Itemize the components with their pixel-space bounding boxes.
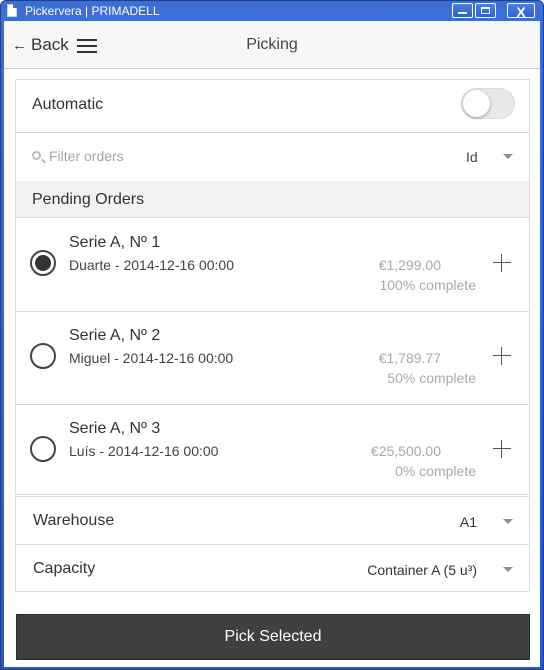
- orders-card: Automatic Id Pending Orders Serie A, Nº …: [15, 79, 530, 495]
- order-customer-date: Luís - 2014-12-16 00:00: [69, 443, 219, 459]
- order-amount: €25,500.00: [370, 443, 441, 459]
- warehouse-select[interactable]: Warehouse A1: [16, 497, 529, 545]
- order-title: Serie A, Nº 2: [69, 327, 161, 344]
- order-radio[interactable]: [30, 436, 56, 462]
- capacity-value: Container A (5 u³): [367, 562, 477, 578]
- chevron-down-icon[interactable]: [503, 154, 513, 159]
- automatic-label: Automatic: [32, 96, 104, 113]
- options-card: Warehouse A1 Capacity Container A (5 u³): [15, 496, 530, 592]
- expand-plus-icon[interactable]: [493, 347, 511, 365]
- expand-plus-icon[interactable]: [493, 440, 511, 458]
- order-progress: 100% complete: [379, 277, 476, 293]
- section-title: Pending Orders: [32, 191, 145, 208]
- warehouse-value: A1: [459, 514, 477, 530]
- app-content: ←Back Picking Automatic Id Pending Order…: [4, 21, 540, 667]
- search-icon: [32, 151, 41, 160]
- order-amount: €1,789.77: [378, 350, 441, 366]
- order-customer-date: Duarte - 2014-12-16 00:00: [69, 257, 234, 273]
- app-header: ← Back Picking: [4, 21, 540, 69]
- minimize-button[interactable]: [452, 3, 473, 18]
- expand-plus-icon[interactable]: [493, 254, 511, 272]
- chevron-down-icon: [503, 519, 513, 524]
- page-title: Picking: [246, 36, 298, 53]
- capacity-label: Capacity: [33, 560, 96, 577]
- maximize-icon: [481, 7, 490, 14]
- order-radio[interactable]: [30, 343, 56, 369]
- maximize-button[interactable]: [475, 3, 496, 18]
- order-progress: 0% complete: [395, 463, 476, 479]
- capacity-select[interactable]: Capacity Container A (5 u³): [16, 545, 529, 592]
- order-item[interactable]: Serie A, Nº 3 Luís - 2014-12-16 00:00 €2…: [16, 404, 529, 497]
- close-button[interactable]: X: [507, 3, 535, 20]
- pending-orders-header: Pending Orders: [16, 181, 529, 218]
- order-item[interactable]: Serie A, Nº 2 Miguel - 2014-12-16 00:00 …: [16, 311, 529, 405]
- window-title: Pickervera | PRIMADELL: [25, 4, 160, 18]
- app-window: Pickervera | PRIMADELL X ← Back Picking A…: [0, 0, 544, 670]
- title-bar[interactable]: Pickervera | PRIMADELL X: [1, 1, 543, 21]
- chevron-down-icon: [503, 567, 513, 572]
- automatic-toggle[interactable]: [461, 88, 515, 119]
- sort-select-value[interactable]: Id: [466, 149, 478, 165]
- order-item[interactable]: Serie A, Nº 1 Duarte - 2014-12-16 00:00 …: [16, 218, 529, 312]
- document-icon: [7, 4, 17, 17]
- toggle-knob: [463, 90, 490, 117]
- order-radio[interactable]: [30, 250, 56, 276]
- order-progress: 50% complete: [387, 370, 476, 386]
- filter-row: Id: [16, 132, 529, 182]
- order-amount: €1,299.00: [378, 257, 441, 273]
- close-icon: X: [516, 4, 526, 20]
- automatic-row: Automatic: [16, 80, 529, 133]
- minimize-icon: [458, 12, 467, 14]
- order-title: Serie A, Nº 1: [69, 234, 161, 251]
- warehouse-label: Warehouse: [33, 512, 115, 529]
- pick-selected-button[interactable]: Pick Selected: [16, 614, 530, 660]
- filter-orders-input[interactable]: [49, 146, 429, 166]
- order-title: Serie A, Nº 3: [69, 420, 161, 437]
- order-customer-date: Miguel - 2014-12-16 00:00: [69, 350, 234, 366]
